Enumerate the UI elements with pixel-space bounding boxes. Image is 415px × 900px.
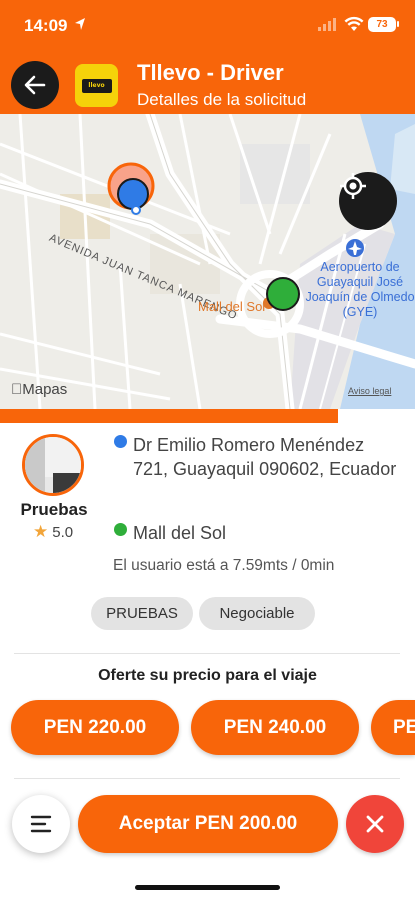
dropoff-dot-icon (114, 523, 127, 536)
page-subtitle: Detalles de la solicitud (137, 90, 307, 109)
divider (14, 778, 400, 779)
app-logo: llevo (75, 64, 118, 107)
rating-value: 5.0 (52, 523, 74, 541)
back-button[interactable] (11, 61, 59, 109)
location-arrow-icon (75, 18, 85, 30)
map-legal-link[interactable]: Aviso legal (348, 386, 391, 396)
crosshair-icon (340, 173, 366, 199)
map-attribution: Mapas (11, 381, 67, 398)
home-indicator (135, 885, 280, 890)
pickup-dot-icon (114, 435, 127, 448)
battery-indicator: 73 (368, 17, 396, 32)
status-bar: 14:09 73 (0, 0, 415, 52)
status-time: 14:09 (24, 16, 68, 35)
avatar-photo (25, 437, 81, 493)
map-attribution-text: Mapas (11, 381, 67, 398)
passenger-name: Pruebas (20, 500, 88, 519)
menu-button[interactable] (12, 795, 70, 853)
page-title: Tllevo - Driver (137, 60, 284, 85)
distance-info: El usuario está a 7.59mts / 0min (113, 557, 335, 574)
close-icon (366, 815, 384, 833)
dropoff-address: Mall del Sol (133, 523, 227, 543)
map-mall-label: Mall del Sol (198, 299, 266, 314)
tag-pruebas: PRUEBAS (91, 597, 193, 630)
offer-title: Oferte su precio para el viaje (98, 667, 317, 684)
logo-text: llevo (81, 78, 112, 93)
route-map[interactable]: AVENIDA JUAN TANCA MARENGO Aeropuerto de… (0, 114, 415, 409)
app-header: 14:09 73 llevo Tllevo - Driver Detalles … (0, 0, 415, 114)
passenger-rating: ★ 5.0 (33, 522, 73, 542)
signal-icon (318, 18, 336, 31)
arrow-left-icon (24, 75, 46, 95)
list-lines-icon (30, 815, 52, 833)
tag-negociable: Negociable (199, 597, 315, 630)
star-icon: ★ (33, 522, 49, 541)
divider (14, 653, 400, 654)
wifi-icon (344, 16, 364, 31)
reject-button[interactable] (346, 795, 404, 853)
recenter-button[interactable] (339, 172, 397, 230)
price-option-240[interactable]: PEN 240.00 (191, 700, 359, 755)
pickup-address: Dr Emilio Romero Menéndez 721, Guayaquil… (133, 435, 397, 479)
price-option-260-label: PEN 260.00 (393, 716, 415, 738)
price-option-220[interactable]: PEN 220.00 (11, 700, 179, 755)
timer-progress-bar (0, 409, 339, 423)
passenger-avatar (22, 434, 84, 496)
battery-cap (397, 21, 399, 27)
accept-button[interactable]: Aceptar PEN 200.00 (78, 795, 338, 853)
price-option-260[interactable]: PEN 260.00 (371, 700, 415, 755)
map-airport-label: Aeropuerto de Guayaquil José Joaquín de … (305, 260, 415, 319)
